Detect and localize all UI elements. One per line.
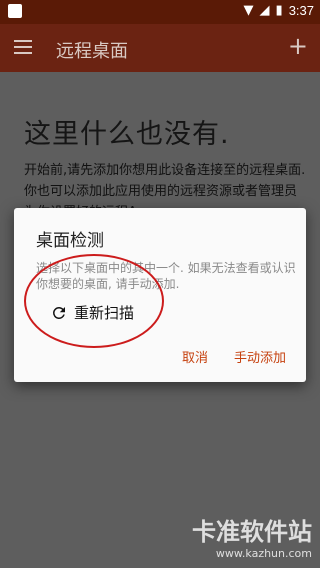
rescan-label: 重新扫描: [74, 304, 135, 322]
dialog-message: 选择以下桌面中的其中一个. 如果无法查看或认识你想要的桌面, 请手动添加.: [36, 261, 296, 291]
empty-state-title: 这里什么也没有.: [24, 119, 230, 150]
status-bar: ▼ ◢ ▮ 3:37: [0, 0, 320, 24]
add-icon[interactable]: +: [288, 34, 308, 58]
app-title: 远程桌面: [56, 41, 128, 62]
dialog-title: 桌面检测: [36, 231, 104, 251]
wifi-icon: ▼: [243, 3, 254, 18]
desktop-detection-dialog: 桌面检测 选择以下桌面中的其中一个. 如果无法查看或认识你想要的桌面, 请手动添…: [14, 208, 306, 382]
status-time: 3:37: [288, 3, 314, 18]
notification-icon: [8, 4, 22, 18]
rescan-button[interactable]: 重新扫描: [50, 302, 134, 323]
battery-icon: ▮: [275, 3, 283, 18]
dialog-actions: 取消 手动添加: [182, 347, 286, 366]
status-icons: ▼ ◢ ▮ 3:37: [244, 3, 314, 18]
watermark-title: 卡准软件站: [192, 518, 312, 546]
signal-icon: ◢: [259, 3, 270, 18]
manual-add-button[interactable]: 手动添加: [234, 347, 286, 366]
refresh-icon: [53, 306, 65, 319]
menu-icon[interactable]: [14, 40, 32, 54]
watermark-url: www.kazhun.com: [215, 547, 312, 560]
cancel-button[interactable]: 取消: [182, 347, 208, 366]
app-bar: 远程桌面 +: [0, 24, 320, 72]
watermark: 卡准软件站 www.kazhun.com: [192, 512, 312, 560]
